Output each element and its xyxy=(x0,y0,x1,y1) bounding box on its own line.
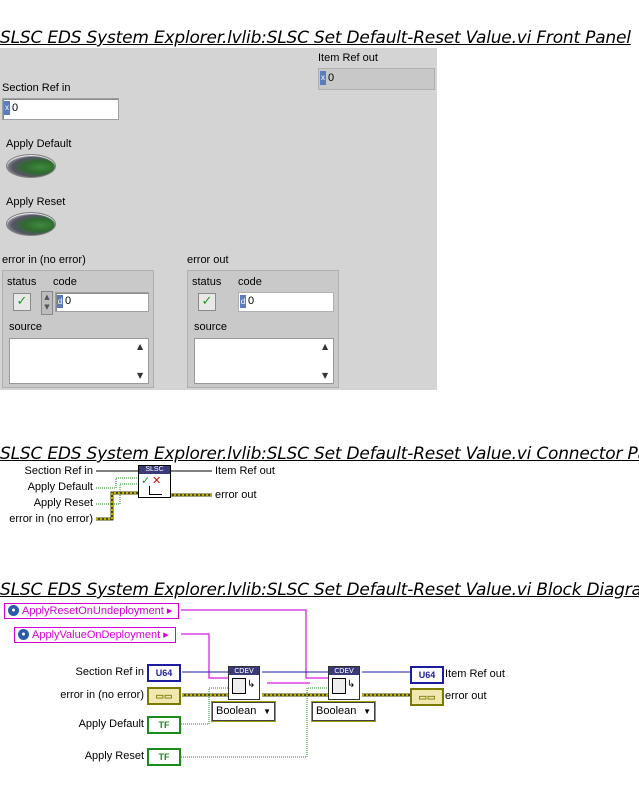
bd-apply-default-label: Apply Default xyxy=(78,718,144,730)
cp-input-apply-reset: Apply Reset xyxy=(33,497,93,509)
connector-pane-wires xyxy=(96,470,212,521)
subvi-set-property-1[interactable]: CDEV ↳ xyxy=(228,666,260,700)
error-out-code-label: code xyxy=(238,276,262,288)
property-label: ApplyValueOnDeployment xyxy=(32,629,161,641)
error-out-source-label: source xyxy=(194,321,228,333)
globe-icon: ● xyxy=(18,629,29,640)
globe-icon: ● xyxy=(8,605,19,616)
scrollbar[interactable]: ▲ ▼ xyxy=(137,340,147,382)
item-ref-out-terminal[interactable]: U64 xyxy=(410,666,444,684)
radix-icon: x xyxy=(320,71,326,85)
stepper-arrows-icon[interactable]: ▲ ▼ xyxy=(41,291,53,315)
tree-icon xyxy=(149,486,162,495)
apply-default-terminal[interactable]: TF xyxy=(147,716,181,734)
dropdown-label: Boolean xyxy=(216,705,257,717)
error-in-source-label: source xyxy=(9,321,43,333)
arrow-right-icon: ▸ xyxy=(166,605,173,617)
section-ref-in-label: Section Ref in xyxy=(2,82,71,94)
bd-error-out-label: error out xyxy=(445,690,487,702)
check-icon: ✓ xyxy=(198,293,216,311)
error-out-status-label: status xyxy=(192,276,222,288)
radix-icon: x xyxy=(4,101,10,115)
bd-apply-reset-label: Apply Reset xyxy=(84,750,144,762)
error-out-source-field[interactable]: ▲ ▼ xyxy=(194,338,334,384)
radix-icon: d xyxy=(240,295,246,308)
apply-default-label: Apply Default xyxy=(6,138,72,150)
connector-pane-icon: SLSC ✓ ✕ xyxy=(138,465,171,498)
section-ref-in-terminal[interactable]: U64 xyxy=(147,664,181,682)
error-in-code-control[interactable]: d 0 xyxy=(55,292,149,312)
arrow-right-icon: ▸ xyxy=(163,629,169,641)
subvi-set-property-2[interactable]: CDEV ↳ xyxy=(328,666,360,700)
error-in-terminal[interactable]: ▭▭ xyxy=(147,687,181,705)
item-ref-out-indicator: x 0 xyxy=(318,68,435,90)
error-in-cluster: status code ✓ ▲ ▼ d 0 source ▲ ▼ xyxy=(2,270,154,388)
check-icon[interactable]: ✓ xyxy=(13,293,31,311)
chevron-down-icon: ▼ xyxy=(263,707,271,716)
list-icon xyxy=(232,678,246,694)
error-out-code-value: 0 xyxy=(248,295,255,307)
bd-section-ref-in-label: Section Ref in xyxy=(75,666,144,678)
error-in-source-field[interactable]: ▲ ▼ xyxy=(9,338,149,384)
vi-icon-banner: SLSC xyxy=(139,466,170,474)
section-ref-in-control[interactable]: x 0 xyxy=(2,98,119,120)
apply-reset-label: Apply Reset xyxy=(6,196,66,208)
front-panel-title: SLSC EDS System Explorer.lvlib:SLSC Set … xyxy=(0,28,631,48)
error-in-status-label: status xyxy=(7,276,37,288)
error-out-code-indicator: d 0 xyxy=(238,292,334,312)
error-out-terminal[interactable]: ▭▭ xyxy=(410,688,444,706)
cp-output-error-out: error out xyxy=(215,489,257,501)
arrow-icon: ↳ xyxy=(247,679,256,690)
vi-icon-banner: CDEV xyxy=(229,667,259,675)
apply-reset-terminal[interactable]: TF xyxy=(147,748,181,766)
error-in-code-value: 0 xyxy=(65,295,72,307)
error-in-code-label: code xyxy=(53,276,77,288)
vi-icon-banner: CDEV xyxy=(329,667,359,675)
cp-input-error-in: error in (no error) xyxy=(9,513,93,525)
front-panel: Item Ref out x 0 Section Ref in x 0 Appl… xyxy=(0,48,437,390)
type-dropdown-2[interactable]: Boolean ▼ xyxy=(312,702,375,721)
cp-input-apply-default: Apply Default xyxy=(27,481,93,493)
property-apply-value-on-deployment[interactable]: ● ApplyValueOnDeployment ▸ xyxy=(14,627,176,643)
chevron-down-icon: ▼ xyxy=(363,707,371,716)
bd-error-in-label: error in (no error) xyxy=(60,689,144,701)
item-ref-out-value: 0 xyxy=(328,72,335,84)
property-label: ApplyResetOnUndeployment xyxy=(22,605,164,617)
radix-icon: d xyxy=(57,295,63,308)
cp-output-item-ref: Item Ref out xyxy=(215,465,275,477)
error-out-label: error out xyxy=(187,254,229,266)
scrollbar[interactable]: ▲ ▼ xyxy=(322,340,332,382)
cp-input-section-ref: Section Ref in xyxy=(24,465,93,477)
list-icon xyxy=(332,678,346,694)
dropdown-label: Boolean xyxy=(316,705,357,717)
property-apply-reset-on-undeployment[interactable]: ● ApplyResetOnUndeployment ▸ xyxy=(4,603,180,619)
error-in-label: error in (no error) xyxy=(2,254,86,266)
item-ref-out-label: Item Ref out xyxy=(318,52,378,64)
error-out-cluster: status code ✓ d 0 source ▲ ▼ xyxy=(187,270,339,388)
arrow-icon: ↳ xyxy=(347,679,356,690)
bd-item-ref-out-label: Item Ref out xyxy=(445,668,505,680)
section-ref-in-value: 0 xyxy=(12,102,19,114)
type-dropdown-1[interactable]: Boolean ▼ xyxy=(212,702,275,721)
apply-default-button[interactable] xyxy=(6,154,56,178)
block-diagram-title: SLSC EDS System Explorer.lvlib:SLSC Set … xyxy=(0,580,639,600)
apply-reset-button[interactable] xyxy=(6,212,56,236)
